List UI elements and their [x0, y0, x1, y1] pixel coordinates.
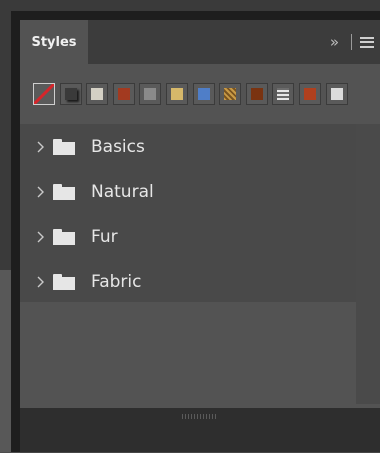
- style-group-label: Basics: [91, 136, 145, 157]
- style-group-row[interactable]: Fabric: [20, 259, 356, 304]
- style-group-row[interactable]: Basics: [20, 124, 356, 169]
- hamburger-icon[interactable]: [360, 36, 374, 48]
- style-swatch-gold[interactable]: [165, 83, 188, 105]
- folder-icon: [53, 183, 75, 200]
- menu-separator: [351, 34, 352, 50]
- style-swatch-gray[interactable]: [139, 83, 162, 105]
- style-group-label: Fur: [91, 226, 118, 247]
- style-swatch-rust[interactable]: [298, 83, 321, 105]
- style-group-row[interactable]: Fur: [20, 214, 356, 259]
- collapse-panel-icon[interactable]: »: [325, 33, 343, 51]
- styles-panel: Styles » Basics Natural Fur Fabric: [11, 11, 380, 453]
- style-swatch-rings[interactable]: [272, 83, 295, 105]
- style-swatch-drop-shadow[interactable]: [59, 83, 82, 105]
- style-swatch-brown[interactable]: [245, 83, 268, 105]
- style-group-label: Natural: [91, 181, 154, 202]
- tab-styles[interactable]: Styles: [20, 20, 88, 64]
- panel-tab-bar: Styles »: [20, 20, 380, 64]
- chevron-right-icon[interactable]: [34, 275, 46, 289]
- style-swatch-none[interactable]: [33, 83, 55, 105]
- panel-content: Basics Natural Fur Fabric: [20, 64, 380, 453]
- list-scroll-area[interactable]: [356, 124, 380, 404]
- chevron-right-icon[interactable]: [34, 230, 46, 244]
- no-style-icon: [34, 84, 54, 104]
- resize-grip[interactable]: [182, 414, 218, 419]
- folder-icon: [53, 138, 75, 155]
- chevron-right-icon[interactable]: [34, 185, 46, 199]
- style-swatch-pattern[interactable]: [219, 83, 242, 105]
- styles-panel-body: Styles » Basics Natural Fur Fabric: [20, 20, 380, 453]
- style-groups-list: Basics Natural Fur Fabric: [20, 124, 356, 302]
- style-swatch-red-brick[interactable]: [112, 83, 135, 105]
- folder-icon: [53, 228, 75, 245]
- style-swatch-light-gray[interactable]: [86, 83, 109, 105]
- chevron-right-icon[interactable]: [34, 140, 46, 154]
- style-swatch-blue[interactable]: [192, 83, 215, 105]
- style-swatch-off-white[interactable]: [325, 83, 348, 105]
- panel-menu-controls: »: [325, 20, 380, 64]
- folder-icon: [53, 273, 75, 290]
- recent-styles-row: [20, 64, 380, 124]
- style-group-label: Fabric: [91, 271, 142, 292]
- style-group-row[interactable]: Natural: [20, 169, 356, 214]
